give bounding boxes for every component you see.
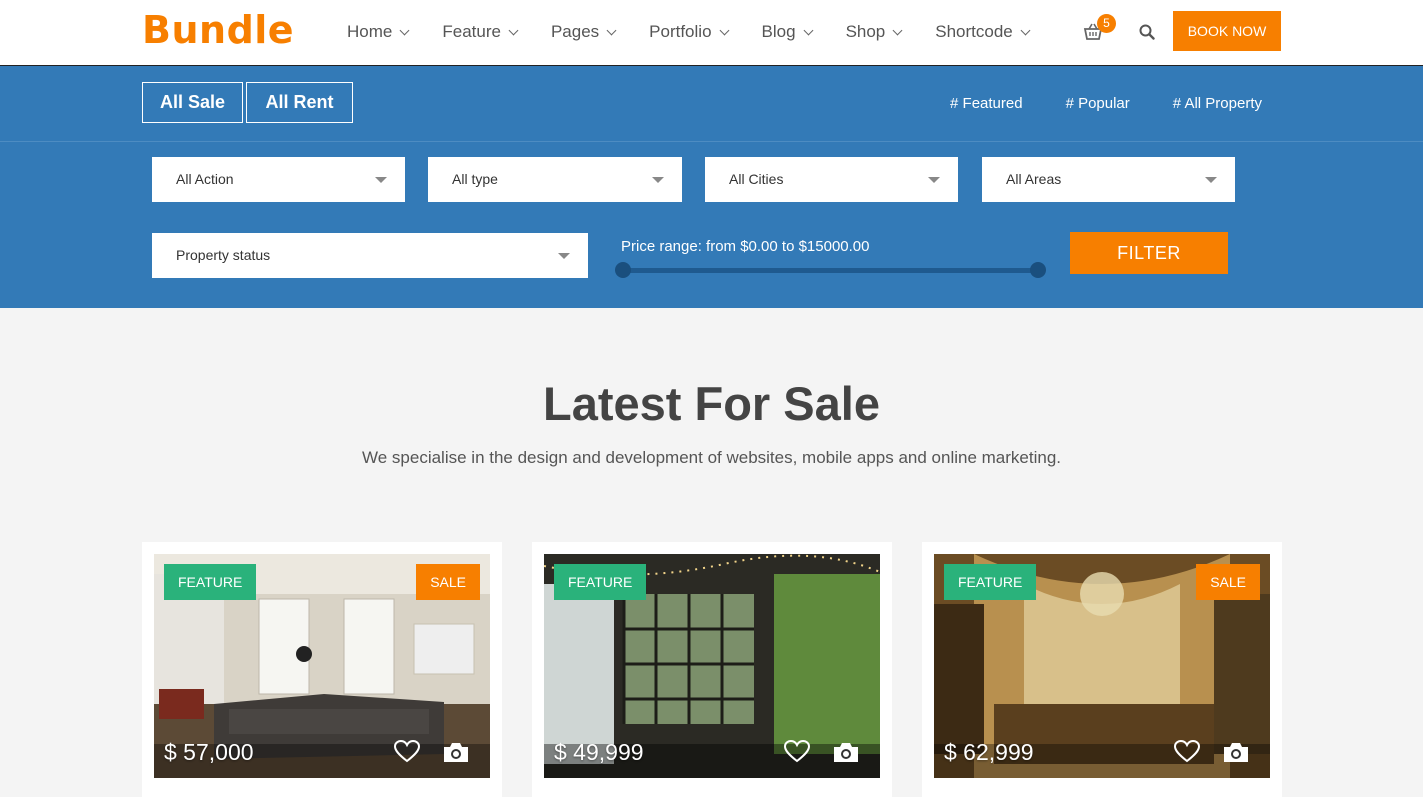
price-range-label: Price range: from $0.00 to $15000.00 xyxy=(621,238,870,255)
nav-item-label: Feature xyxy=(442,22,501,41)
logo[interactable]: Bundle xyxy=(142,8,294,52)
sale-badge: SALE xyxy=(1196,564,1260,600)
listing-price: $ 57,000 xyxy=(164,739,254,765)
feature-badge: FEATURE xyxy=(164,564,257,600)
tag-link-featured[interactable]: # Featured xyxy=(950,95,1023,112)
listing-card[interactable]: FEATURE $ 49,999 xyxy=(532,542,892,797)
property-search-panel: All Sale All Rent # Featured # Popular #… xyxy=(0,66,1423,308)
feature-badge: FEATURE xyxy=(554,564,647,600)
tab-all-rent[interactable]: All Rent xyxy=(246,82,353,123)
nav-item-label: Home xyxy=(347,22,393,41)
price-range-track[interactable] xyxy=(623,268,1038,273)
site-header: Bundle Home Feature Pages Portfolio Blog… xyxy=(0,0,1423,66)
listing-price: $ 49,999 xyxy=(554,739,644,765)
tag-link-popular[interactable]: # Popular xyxy=(1066,95,1130,112)
nav-item-label: Shortcode xyxy=(935,22,1013,41)
listing-photo[interactable]: FEATURE $ 49,999 xyxy=(544,554,880,778)
select-type[interactable]: All type xyxy=(428,157,682,202)
chevron-down-icon xyxy=(892,25,903,35)
select-cities[interactable]: All Cities xyxy=(705,157,958,202)
nav-item-pages[interactable]: Pages xyxy=(550,22,617,42)
nav-item-label: Pages xyxy=(550,22,600,41)
tag-link-all-property[interactable]: # All Property xyxy=(1173,95,1262,112)
select-value: All Cities xyxy=(729,171,784,187)
select-property-status[interactable]: Property status xyxy=(152,233,588,278)
nav-item-blog[interactable]: Blog xyxy=(761,22,814,42)
camera-icon[interactable] xyxy=(442,740,470,764)
filter-button[interactable]: FILTER xyxy=(1070,232,1228,274)
caret-down-icon xyxy=(652,177,664,183)
feature-badge: FEATURE xyxy=(944,564,1037,600)
search-tabs-bar: All Sale All Rent # Featured # Popular #… xyxy=(0,66,1423,142)
nav-item-shop[interactable]: Shop xyxy=(845,22,903,42)
camera-icon[interactable] xyxy=(832,740,860,764)
section-title: Latest For Sale xyxy=(543,377,880,430)
select-areas[interactable]: All Areas xyxy=(982,157,1235,202)
tab-all-sale[interactable]: All Sale xyxy=(142,82,243,123)
chevron-down-icon xyxy=(508,25,519,35)
cart-count-badge: 5 xyxy=(1097,14,1116,33)
listing-card[interactable]: FEATURE SALE $ 57,000 xyxy=(142,542,502,797)
chevron-down-icon xyxy=(606,25,617,35)
chevron-down-icon xyxy=(399,25,410,35)
caret-down-icon xyxy=(558,253,570,259)
nav-item-label: Shop xyxy=(845,22,886,41)
nav-item-portfolio[interactable]: Portfolio xyxy=(649,22,729,42)
listing-photo[interactable]: FEATURE SALE $ 62,999 xyxy=(934,554,1270,778)
nav-item-label: Portfolio xyxy=(649,22,712,41)
price-max-handle[interactable] xyxy=(1030,262,1046,278)
listing-card[interactable]: FEATURE SALE $ 62,999 xyxy=(922,542,1282,797)
select-action[interactable]: All Action xyxy=(152,157,405,202)
search-icon[interactable] xyxy=(1139,24,1155,40)
tag-links: # Featured # Popular # All Property xyxy=(907,95,1262,112)
heart-icon[interactable] xyxy=(394,740,420,764)
price-min-handle[interactable] xyxy=(615,262,631,278)
book-now-button[interactable]: BOOK NOW xyxy=(1173,11,1281,51)
section-subtitle: We specialise in the design and developm… xyxy=(362,448,1061,467)
nav-item-home[interactable]: Home xyxy=(347,22,410,42)
heart-icon[interactable] xyxy=(784,740,810,764)
nav-item-label: Blog xyxy=(761,22,796,41)
caret-down-icon xyxy=(928,177,940,183)
listing-photo[interactable]: FEATURE SALE $ 57,000 xyxy=(154,554,490,778)
heart-icon[interactable] xyxy=(1174,740,1200,764)
listing-price: $ 62,999 xyxy=(944,739,1034,765)
sale-badge: SALE xyxy=(416,564,480,600)
select-value: All Action xyxy=(176,171,234,187)
select-value: All type xyxy=(452,171,498,187)
nav-item-feature[interactable]: Feature xyxy=(442,22,519,42)
camera-icon[interactable] xyxy=(1222,740,1250,764)
caret-down-icon xyxy=(375,177,387,183)
select-value: Property status xyxy=(176,247,271,263)
main-nav: Home Feature Pages Portfolio Blog Shop S… xyxy=(347,0,1063,64)
nav-item-shortcode[interactable]: Shortcode xyxy=(935,22,1031,42)
select-value: All Areas xyxy=(1006,171,1062,187)
chevron-down-icon xyxy=(803,25,814,35)
chevron-down-icon xyxy=(1020,25,1031,35)
chevron-down-icon xyxy=(719,25,729,35)
caret-down-icon xyxy=(1205,177,1217,183)
